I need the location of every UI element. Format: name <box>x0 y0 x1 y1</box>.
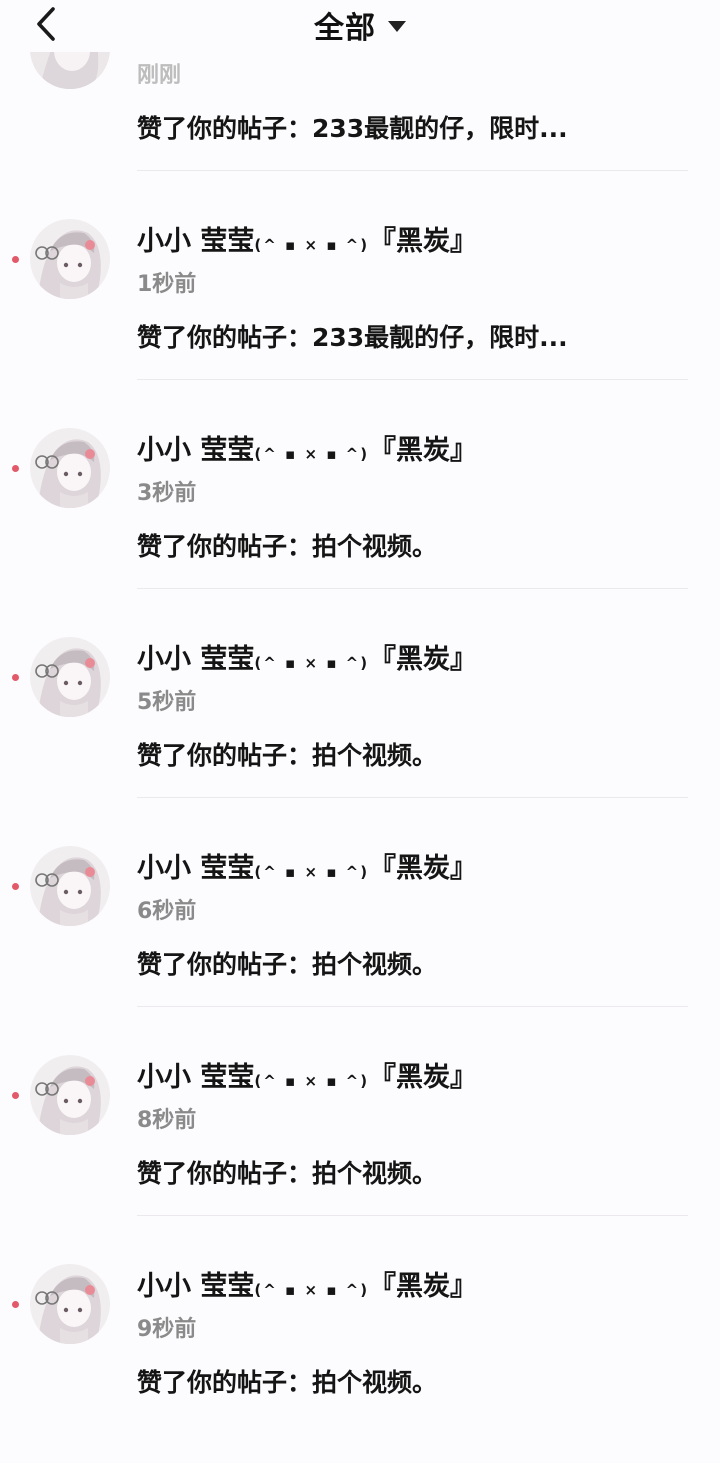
divider <box>137 1006 688 1007</box>
avatar[interactable] <box>30 428 110 508</box>
filter-dropdown[interactable]: 全部 <box>0 0 720 50</box>
notification-content[interactable]: 赞了你的帖子：拍个视频。 <box>137 527 437 563</box>
avatar[interactable] <box>30 1055 110 1135</box>
caret-down-icon <box>388 21 406 32</box>
notification-time: 6秒前 <box>137 899 197 924</box>
notification-content[interactable]: 赞了你的帖子：233最靓的仔，限时... <box>137 318 568 354</box>
user-name[interactable]: 小小 莹莹(^ ▪ × ▪ ^)『黑炭』 <box>137 1055 477 1094</box>
user-name[interactable]: 小小 莹莹(^ ▪ × ▪ ^)『黑炭』 <box>137 428 477 467</box>
notification-content[interactable]: 赞了你的帖子：拍个视频。 <box>137 1154 437 1190</box>
avatar[interactable] <box>30 637 110 717</box>
notification-time: 3秒前 <box>137 481 197 506</box>
user-name[interactable]: 小小 莹莹(^ ▪ × ▪ ^)『黑炭』 <box>137 219 477 258</box>
unread-dot <box>12 465 19 472</box>
list-item[interactable]: 小小 莹莹(^ ▪ × ▪ ^)『黑炭』 6秒前 赞了你的帖子：拍个视频。 <box>0 836 720 1045</box>
list-item[interactable]: 小小 莹莹(^ ▪ × ▪ ^)『黑炭』 9秒前 赞了你的帖子：拍个视频。 <box>0 1254 720 1463</box>
notification-content[interactable]: 赞了你的帖子：拍个视频。 <box>137 1363 437 1399</box>
divider <box>137 379 688 380</box>
avatar[interactable] <box>30 1264 110 1344</box>
notification-time: 5秒前 <box>137 690 197 715</box>
notification-content[interactable]: 赞了你的帖子：拍个视频。 <box>137 945 437 981</box>
unread-dot <box>12 256 19 263</box>
notification-content[interactable]: 赞了你的帖子：拍个视频。 <box>137 736 437 772</box>
notification-time: 8秒前 <box>137 1108 197 1133</box>
user-name[interactable]: 小小 莹莹(^ ▪ × ▪ ^)『黑炭』 <box>137 1264 477 1303</box>
avatar[interactable] <box>30 219 110 299</box>
unread-dot <box>12 674 19 681</box>
list-item[interactable]: 小小 莹莹(^ ▪ × ▪ ^)『黑炭』 1秒前 赞了你的帖子：233最靓的仔，… <box>0 209 720 418</box>
notification-time: 1秒前 <box>137 272 197 297</box>
list-item[interactable]: 小小 莹莹(^ ▪ × ▪ ^)『黑炭』 5秒前 赞了你的帖子：拍个视频。 <box>0 627 720 836</box>
user-name[interactable]: 小小 莹莹(^ ▪ × ▪ ^)『黑炭』 <box>137 846 477 885</box>
divider <box>137 170 688 171</box>
list-item[interactable]: 小小 莹莹(^ ▪ × ▪ ^)『黑炭』 8秒前 赞了你的帖子：拍个视频。 <box>0 1045 720 1254</box>
user-name[interactable]: 小小 莹莹(^ ▪ × ▪ ^)『黑炭』 <box>137 637 477 676</box>
page-title: 全部 <box>314 11 376 46</box>
unread-dot <box>12 1301 19 1308</box>
unread-dot <box>12 883 19 890</box>
notification-content[interactable]: 赞了你的帖子：233最靓的仔，限时... <box>137 109 568 145</box>
divider <box>137 588 688 589</box>
unread-dot <box>12 1092 19 1099</box>
notification-time: 9秒前 <box>137 1317 197 1342</box>
top-navigation-bar: 全部 <box>0 0 720 52</box>
list-item[interactable]: 小小 莹莹(^ ▪ × ▪ ^)『黑炭』 3秒前 赞了你的帖子：拍个视频。 <box>0 418 720 627</box>
divider <box>137 1215 688 1216</box>
notification-time: 刚刚 <box>137 63 182 88</box>
divider <box>137 797 688 798</box>
avatar[interactable] <box>30 846 110 926</box>
